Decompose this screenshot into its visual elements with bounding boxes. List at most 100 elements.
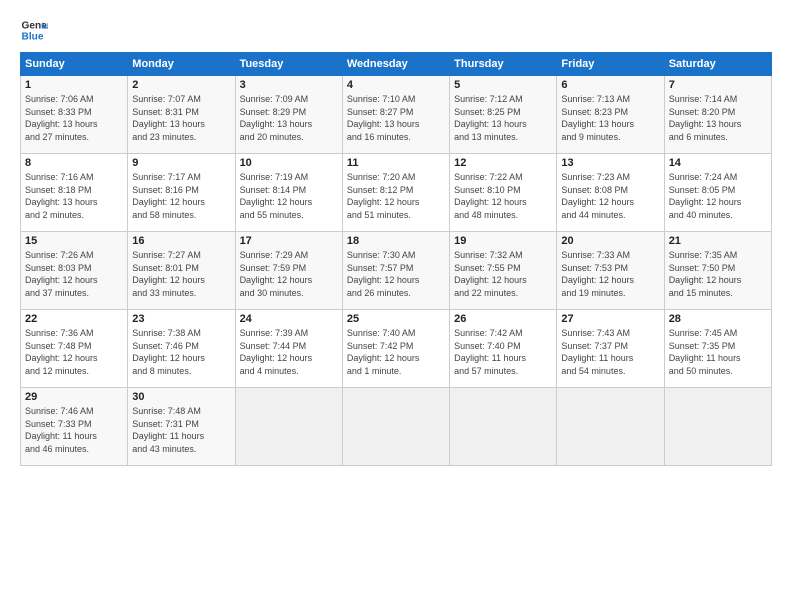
- calendar-cell: 9 Sunrise: 7:17 AM Sunset: 8:16 PM Daylig…: [128, 154, 235, 232]
- day-number: 19: [454, 235, 552, 247]
- calendar-cell: 28 Sunrise: 7:45 AM Sunset: 7:35 PM Dayli…: [664, 310, 771, 388]
- day-number: 5: [454, 79, 552, 91]
- day-number: 17: [240, 235, 338, 247]
- day-info: Sunrise: 7:48 AM Sunset: 7:31 PM Dayligh…: [132, 405, 230, 455]
- day-number: 20: [561, 235, 659, 247]
- col-header-monday: Monday: [128, 53, 235, 76]
- day-info: Sunrise: 7:36 AM Sunset: 7:48 PM Dayligh…: [25, 327, 123, 377]
- week-row-1: 1 Sunrise: 7:06 AM Sunset: 8:33 PM Daylig…: [21, 76, 772, 154]
- day-number: 24: [240, 313, 338, 325]
- day-number: 1: [25, 79, 123, 91]
- day-number: 28: [669, 313, 767, 325]
- col-header-wednesday: Wednesday: [342, 53, 449, 76]
- calendar-cell: 24Sunrise: 7:39 AM Sunset: 7:44 PM Dayli…: [235, 310, 342, 388]
- calendar-cell: 16 Sunrise: 7:27 AM Sunset: 8:01 PM Dayli…: [128, 232, 235, 310]
- day-info: Sunrise: 7:32 AM Sunset: 7:55 PM Dayligh…: [454, 249, 552, 299]
- calendar-cell: 11 Sunrise: 7:20 AM Sunset: 8:12 PM Dayli…: [342, 154, 449, 232]
- day-number: 14: [669, 157, 767, 169]
- calendar-cell: [450, 388, 557, 466]
- day-number: 26: [454, 313, 552, 325]
- page: General Blue SundayMondayTuesdayWednesda…: [0, 0, 792, 612]
- day-number: 15: [25, 235, 123, 247]
- day-number: 6: [561, 79, 659, 91]
- calendar-cell: 5 Sunrise: 7:12 AM Sunset: 8:25 PM Daylig…: [450, 76, 557, 154]
- calendar-cell: 25 Sunrise: 7:40 AM Sunset: 7:42 PM Dayli…: [342, 310, 449, 388]
- day-info: Sunrise: 7:14 AM Sunset: 8:20 PM Dayligh…: [669, 93, 767, 143]
- calendar-cell: 10Sunrise: 7:19 AM Sunset: 8:14 PM Dayli…: [235, 154, 342, 232]
- day-number: 3: [240, 79, 338, 91]
- day-number: 18: [347, 235, 445, 247]
- day-info: Sunrise: 7:06 AM Sunset: 8:33 PM Dayligh…: [25, 93, 123, 143]
- day-info: Sunrise: 7:17 AM Sunset: 8:16 PM Dayligh…: [132, 171, 230, 221]
- day-number: 27: [561, 313, 659, 325]
- logo-icon: General Blue: [20, 16, 48, 44]
- day-info: Sunrise: 7:27 AM Sunset: 8:01 PM Dayligh…: [132, 249, 230, 299]
- col-header-sunday: Sunday: [21, 53, 128, 76]
- calendar-cell: [342, 388, 449, 466]
- day-info: Sunrise: 7:38 AM Sunset: 7:46 PM Dayligh…: [132, 327, 230, 377]
- day-info: Sunrise: 7:46 AM Sunset: 7:33 PM Dayligh…: [25, 405, 123, 455]
- logo: General Blue: [20, 16, 52, 44]
- day-info: Sunrise: 7:12 AM Sunset: 8:25 PM Dayligh…: [454, 93, 552, 143]
- calendar-cell: 2 Sunrise: 7:07 AM Sunset: 8:31 PM Daylig…: [128, 76, 235, 154]
- calendar-cell: 17 Sunrise: 7:29 AM Sunset: 7:59 PM Dayli…: [235, 232, 342, 310]
- svg-text:Blue: Blue: [22, 31, 44, 42]
- calendar-cell: 8Sunrise: 7:16 AM Sunset: 8:18 PM Daylig…: [21, 154, 128, 232]
- day-number: 10: [240, 157, 338, 169]
- day-info: Sunrise: 7:29 AM Sunset: 7:59 PM Dayligh…: [240, 249, 338, 299]
- day-info: Sunrise: 7:42 AM Sunset: 7:40 PM Dayligh…: [454, 327, 552, 377]
- col-header-tuesday: Tuesday: [235, 53, 342, 76]
- day-number: 2: [132, 79, 230, 91]
- calendar-cell: 21 Sunrise: 7:35 AM Sunset: 7:50 PM Dayli…: [664, 232, 771, 310]
- day-info: Sunrise: 7:07 AM Sunset: 8:31 PM Dayligh…: [132, 93, 230, 143]
- calendar-cell: 26 Sunrise: 7:42 AM Sunset: 7:40 PM Dayli…: [450, 310, 557, 388]
- calendar-cell: 13Sunrise: 7:23 AM Sunset: 8:08 PM Dayli…: [557, 154, 664, 232]
- day-number: 21: [669, 235, 767, 247]
- calendar-cell: 4 Sunrise: 7:10 AM Sunset: 8:27 PM Daylig…: [342, 76, 449, 154]
- week-row-4: 22 Sunrise: 7:36 AM Sunset: 7:48 PM Dayli…: [21, 310, 772, 388]
- day-info: Sunrise: 7:20 AM Sunset: 8:12 PM Dayligh…: [347, 171, 445, 221]
- day-info: Sunrise: 7:43 AM Sunset: 7:37 PM Dayligh…: [561, 327, 659, 377]
- header: General Blue: [20, 16, 772, 44]
- calendar-cell: 29 Sunrise: 7:46 AM Sunset: 7:33 PM Dayli…: [21, 388, 128, 466]
- day-info: Sunrise: 7:09 AM Sunset: 8:29 PM Dayligh…: [240, 93, 338, 143]
- calendar-cell: 22 Sunrise: 7:36 AM Sunset: 7:48 PM Dayli…: [21, 310, 128, 388]
- day-number: 9: [132, 157, 230, 169]
- day-info: Sunrise: 7:35 AM Sunset: 7:50 PM Dayligh…: [669, 249, 767, 299]
- day-number: 4: [347, 79, 445, 91]
- header-row: SundayMondayTuesdayWednesdayThursdayFrid…: [21, 53, 772, 76]
- day-info: Sunrise: 7:45 AM Sunset: 7:35 PM Dayligh…: [669, 327, 767, 377]
- calendar-cell: 27 Sunrise: 7:43 AM Sunset: 7:37 PM Dayli…: [557, 310, 664, 388]
- calendar-cell: 15 Sunrise: 7:26 AM Sunset: 8:03 PM Dayli…: [21, 232, 128, 310]
- col-header-thursday: Thursday: [450, 53, 557, 76]
- calendar-cell: [557, 388, 664, 466]
- day-info: Sunrise: 7:13 AM Sunset: 8:23 PM Dayligh…: [561, 93, 659, 143]
- col-header-saturday: Saturday: [664, 53, 771, 76]
- calendar-cell: 30Sunrise: 7:48 AM Sunset: 7:31 PM Dayli…: [128, 388, 235, 466]
- calendar-cell: 23 Sunrise: 7:38 AM Sunset: 7:46 PM Dayli…: [128, 310, 235, 388]
- day-info: Sunrise: 7:23 AM Sunset: 8:08 PM Dayligh…: [561, 171, 659, 221]
- day-info: Sunrise: 7:40 AM Sunset: 7:42 PM Dayligh…: [347, 327, 445, 377]
- calendar-cell: 6 Sunrise: 7:13 AM Sunset: 8:23 PM Daylig…: [557, 76, 664, 154]
- calendar-cell: 20 Sunrise: 7:33 AM Sunset: 7:53 PM Dayli…: [557, 232, 664, 310]
- day-info: Sunrise: 7:26 AM Sunset: 8:03 PM Dayligh…: [25, 249, 123, 299]
- calendar-cell: 14 Sunrise: 7:24 AM Sunset: 8:05 PM Dayli…: [664, 154, 771, 232]
- day-number: 16: [132, 235, 230, 247]
- day-number: 23: [132, 313, 230, 325]
- day-number: 11: [347, 157, 445, 169]
- calendar-cell: 12 Sunrise: 7:22 AM Sunset: 8:10 PM Dayli…: [450, 154, 557, 232]
- day-number: 29: [25, 391, 123, 403]
- week-row-2: 8Sunrise: 7:16 AM Sunset: 8:18 PM Daylig…: [21, 154, 772, 232]
- day-number: 25: [347, 313, 445, 325]
- week-row-5: 29 Sunrise: 7:46 AM Sunset: 7:33 PM Dayli…: [21, 388, 772, 466]
- day-number: 12: [454, 157, 552, 169]
- day-info: Sunrise: 7:16 AM Sunset: 8:18 PM Dayligh…: [25, 171, 123, 221]
- day-info: Sunrise: 7:24 AM Sunset: 8:05 PM Dayligh…: [669, 171, 767, 221]
- day-number: 22: [25, 313, 123, 325]
- day-info: Sunrise: 7:10 AM Sunset: 8:27 PM Dayligh…: [347, 93, 445, 143]
- calendar-cell: 19 Sunrise: 7:32 AM Sunset: 7:55 PM Dayli…: [450, 232, 557, 310]
- day-info: Sunrise: 7:22 AM Sunset: 8:10 PM Dayligh…: [454, 171, 552, 221]
- calendar-cell: [235, 388, 342, 466]
- day-info: Sunrise: 7:33 AM Sunset: 7:53 PM Dayligh…: [561, 249, 659, 299]
- day-number: 7: [669, 79, 767, 91]
